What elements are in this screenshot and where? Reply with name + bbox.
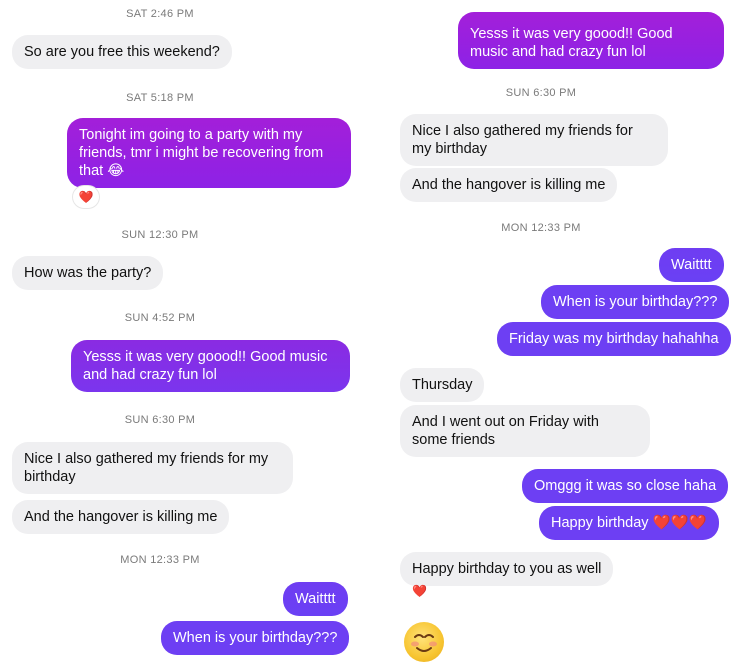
received-message[interactable]: Thursday xyxy=(400,368,485,402)
timestamp: SAT 2:46 PM xyxy=(126,8,194,20)
timestamp: MON 12:33 PM xyxy=(120,554,200,566)
received-message[interactable]: Happy birthday to you as well xyxy=(400,552,614,586)
sent-message[interactable]: Friday was my birthday hahahha xyxy=(497,322,731,356)
received-message[interactable]: How was the party? xyxy=(12,256,164,290)
sent-message[interactable]: Waitttt xyxy=(659,248,724,282)
received-message[interactable]: And the hangover is killing me xyxy=(12,500,230,534)
received-message[interactable]: And I went out on Friday with some frien… xyxy=(400,405,650,457)
sent-message[interactable]: Waitttt xyxy=(283,582,348,616)
received-message[interactable]: Nice I also gathered my friends for my b… xyxy=(400,114,668,166)
timestamp: SAT 5:18 PM xyxy=(126,92,194,104)
sent-message[interactable]: Happy birthday ❤️❤️❤️ xyxy=(539,506,719,540)
timestamp: MON 12:33 PM xyxy=(501,222,581,234)
sent-message[interactable]: When is your birthday??? xyxy=(161,621,350,655)
right-chat-pane[interactable]: Yesss it was very goood!! Good music and… xyxy=(368,0,738,669)
sent-message[interactable]: Omggg it was so close haha xyxy=(522,469,729,503)
smiling-face-icon xyxy=(411,634,437,652)
received-message[interactable]: So are you free this weekend? xyxy=(12,35,232,69)
sent-message[interactable]: Yesss it was very goood!! Good music and… xyxy=(71,340,350,392)
heart-reaction-icon[interactable]: ❤️ xyxy=(73,186,99,208)
received-message[interactable]: Nice I also gathered my friends for my b… xyxy=(12,442,293,494)
timestamp: SUN 4:52 PM xyxy=(124,312,196,324)
sent-message[interactable]: Tonight im going to a party with my frie… xyxy=(67,118,351,188)
timestamp: SUN 12:30 PM xyxy=(121,229,199,241)
smiling-face-icon[interactable]: ☺️ xyxy=(404,622,444,662)
left-chat-pane[interactable]: SAT 2:46 PM So are you free this weekend… xyxy=(0,0,368,669)
sent-message[interactable]: Yesss it was very goood!! Good music and… xyxy=(458,12,724,69)
received-message[interactable]: And the hangover is killing me xyxy=(400,168,618,202)
timestamp: SUN 6:30 PM xyxy=(505,87,577,99)
timestamp: SUN 6:30 PM xyxy=(124,414,196,426)
heart-reaction-icon[interactable]: ❤️ xyxy=(412,584,427,598)
sent-message[interactable]: When is your birthday??? xyxy=(541,285,730,319)
